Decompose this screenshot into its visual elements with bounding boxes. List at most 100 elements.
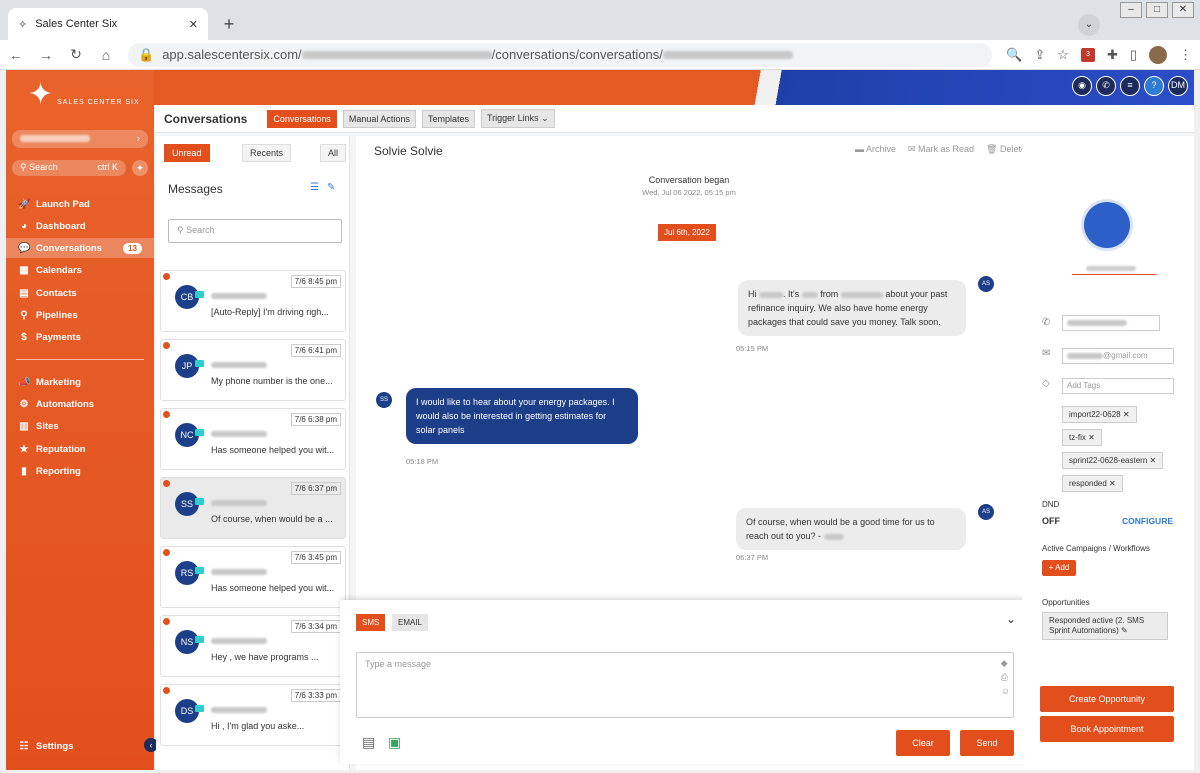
- emoji-icon[interactable]: ☺: [1001, 686, 1010, 696]
- opportunity-card[interactable]: Responded active (2. SMS Sprint Automati…: [1042, 612, 1168, 640]
- zoom-icon[interactable]: 🔍: [1006, 47, 1022, 63]
- help-icon[interactable]: ?: [1144, 76, 1164, 96]
- conversation-item[interactable]: RS 7/6 3:45 pm Has someone helped you wit.…: [160, 546, 346, 608]
- tag-chip[interactable]: responded ✕: [1062, 475, 1123, 492]
- sidebar-item-reputation[interactable]: ★ Reputation: [6, 439, 154, 459]
- chevron-down-icon[interactable]: ⌄: [1006, 612, 1016, 626]
- profile-avatar[interactable]: [1149, 45, 1167, 64]
- forward-icon[interactable]: →: [38, 47, 54, 63]
- tab-email[interactable]: EMAIL: [392, 614, 429, 631]
- phone-icon[interactable]: ✆: [1096, 76, 1116, 96]
- remove-tag-icon[interactable]: ✕: [1123, 410, 1130, 419]
- tab-trigger-links[interactable]: Trigger Links ⌄: [480, 109, 555, 128]
- sidebar-item-automations[interactable]: ⚙ Automations: [6, 394, 154, 414]
- list-icon[interactable]: ≡: [1120, 76, 1140, 96]
- maximize-button[interactable]: □: [1146, 2, 1168, 18]
- add-campaign-button[interactable]: + Add: [1042, 560, 1076, 576]
- sidebar-item-label: Contacts: [36, 287, 77, 299]
- reload-icon[interactable]: ↻: [68, 46, 84, 63]
- contact-name-redacted: [211, 707, 267, 713]
- sidebar-item-launch-pad[interactable]: 🚀 Launch Pad: [6, 194, 154, 214]
- settings-icon: ☷: [19, 740, 29, 752]
- sidebar-item-dashboard[interactable]: ◕ Dashboard: [6, 216, 154, 236]
- conversation-item[interactable]: DS 7/6 3:33 pm Hi , I'm glad you aske...: [160, 684, 346, 746]
- home-icon[interactable]: ⌂: [98, 47, 114, 63]
- tag-chip[interactable]: tz-fix ✕: [1062, 429, 1102, 446]
- conversation-item[interactable]: NS 7/6 3:34 pm Hey , we have programs ...: [160, 615, 346, 677]
- tab-manual-actions[interactable]: Manual Actions: [342, 109, 416, 128]
- delete-button[interactable]: 🗑 Delete: [986, 144, 1026, 155]
- minimize-button[interactable]: –: [1120, 2, 1142, 18]
- mark-read-button[interactable]: ✉ Mark as Read: [908, 144, 974, 155]
- attachment-icon[interactable]: ⎙: [1001, 672, 1010, 683]
- remove-tag-icon[interactable]: ✕: [1088, 433, 1095, 442]
- address-bar[interactable]: 🔒 app.salescentersix.com/ /conversations/…: [128, 42, 993, 67]
- template-icon[interactable]: ▤: [362, 734, 375, 751]
- conversation-item[interactable]: JP 7/6 6:41 pm My phone number is the one.…: [160, 339, 346, 401]
- filter-unread[interactable]: Unread: [164, 144, 210, 162]
- email-field[interactable]: @gmail.com: [1062, 348, 1174, 364]
- browser-menu-icon[interactable]: ⋮: [1179, 47, 1192, 63]
- extension-badge-icon[interactable]: 3: [1080, 47, 1095, 62]
- new-tab-button[interactable]: +: [218, 14, 240, 36]
- close-window-button[interactable]: ✕: [1172, 2, 1194, 18]
- remove-tag-icon[interactable]: ✕: [1150, 456, 1157, 465]
- extensions-puzzle-icon[interactable]: ✚: [1107, 47, 1118, 63]
- filter-all[interactable]: All: [320, 144, 347, 162]
- tab-search-icon[interactable]: ⌄: [1078, 14, 1100, 36]
- account-switcher[interactable]: ›: [12, 130, 148, 148]
- back-icon[interactable]: ←: [8, 47, 24, 63]
- share-icon[interactable]: ⇪: [1034, 47, 1045, 63]
- edit-icon[interactable]: ✎: [1121, 626, 1128, 635]
- compose-icon[interactable]: ✎: [327, 182, 335, 193]
- sidebar-item-settings[interactable]: ☷ Settings: [6, 736, 154, 756]
- schedule-icon[interactable]: ▣: [388, 734, 401, 751]
- clear-button[interactable]: Clear: [896, 730, 950, 756]
- user-avatar[interactable]: DM: [1168, 76, 1188, 96]
- sidepanel-icon[interactable]: ▯: [1130, 47, 1137, 63]
- conversation-preview: [Auto-Reply] I'm driving righ...: [211, 307, 329, 317]
- tab-conversations[interactable]: Conversations: [267, 109, 337, 128]
- sidebar-item-marketing[interactable]: 📣 Marketing: [6, 372, 154, 392]
- archive-button[interactable]: ▬ Archive: [855, 144, 896, 155]
- brand-logo[interactable]: ✦ SALES CENTER SIX: [28, 80, 140, 110]
- conversation-item[interactable]: SS 7/6 6:37 pm Of course, when would be a …: [160, 477, 346, 539]
- configure-link[interactable]: CONFIGURE: [1122, 516, 1173, 526]
- quick-action-icon[interactable]: ✦: [132, 160, 148, 176]
- filter-recents[interactable]: Recents: [242, 144, 292, 162]
- close-tab-icon[interactable]: ✕: [189, 18, 198, 31]
- redacted: [1067, 352, 1103, 359]
- eye-icon[interactable]: ◉: [1072, 76, 1092, 96]
- conversation-item[interactable]: CB 7/6 8:45 pm [Auto-Reply] I'm driving ri…: [160, 270, 346, 332]
- filter-settings-icon[interactable]: ☰: [310, 182, 319, 193]
- sidebar-item-payments[interactable]: $ Payments: [6, 327, 154, 347]
- sidebar-item-calendars[interactable]: ▦ Calendars: [6, 260, 154, 280]
- send-button[interactable]: Send: [960, 730, 1014, 756]
- sidebar-item-reporting[interactable]: ▮ Reporting: [6, 461, 154, 481]
- sidebar-item-sites[interactable]: ▥ Sites: [6, 416, 154, 436]
- conversation-item[interactable]: NC 7/6 6:38 pm Has someone helped you wit.…: [160, 408, 346, 470]
- remove-tag-icon[interactable]: ✕: [1109, 479, 1116, 488]
- sidebar-search[interactable]: ⚲ Search ctrl K: [12, 160, 126, 176]
- sidebar-item-conversations[interactable]: 💬 Conversations 13: [6, 238, 154, 258]
- tab-templates[interactable]: Templates: [421, 109, 475, 128]
- tag-chip[interactable]: sprint22-0628-eastern ✕: [1062, 452, 1164, 469]
- message-search-input[interactable]: ⚲ Search: [168, 219, 342, 243]
- unread-dot: [163, 411, 170, 418]
- create-opportunity-button[interactable]: Create Opportunity: [1040, 686, 1174, 712]
- add-tags-input[interactable]: Add Tags: [1062, 378, 1174, 394]
- archive-label: Archive: [865, 144, 896, 154]
- browser-tab[interactable]: ✧ Sales Center Six ✕: [8, 8, 208, 40]
- sidebar-item-label: Settings: [36, 740, 74, 752]
- book-appointment-button[interactable]: Book Appointment: [1040, 716, 1174, 742]
- tag-chip[interactable]: import22-0628 ✕: [1062, 406, 1137, 423]
- tag-icon[interactable]: ◆: [1001, 658, 1010, 669]
- sidebar-item-contacts[interactable]: ▤ Contacts: [6, 283, 154, 303]
- tab-sms[interactable]: SMS: [356, 614, 386, 631]
- conversation-preview: Hey , we have programs ...: [211, 652, 319, 662]
- message-input[interactable]: Type a message: [356, 652, 1014, 718]
- bookmark-star-icon[interactable]: ☆: [1057, 47, 1069, 63]
- phone-field[interactable]: [1062, 315, 1160, 331]
- unread-dot: [163, 273, 170, 280]
- sidebar-item-pipelines[interactable]: ⚲ Pipelines: [6, 305, 154, 325]
